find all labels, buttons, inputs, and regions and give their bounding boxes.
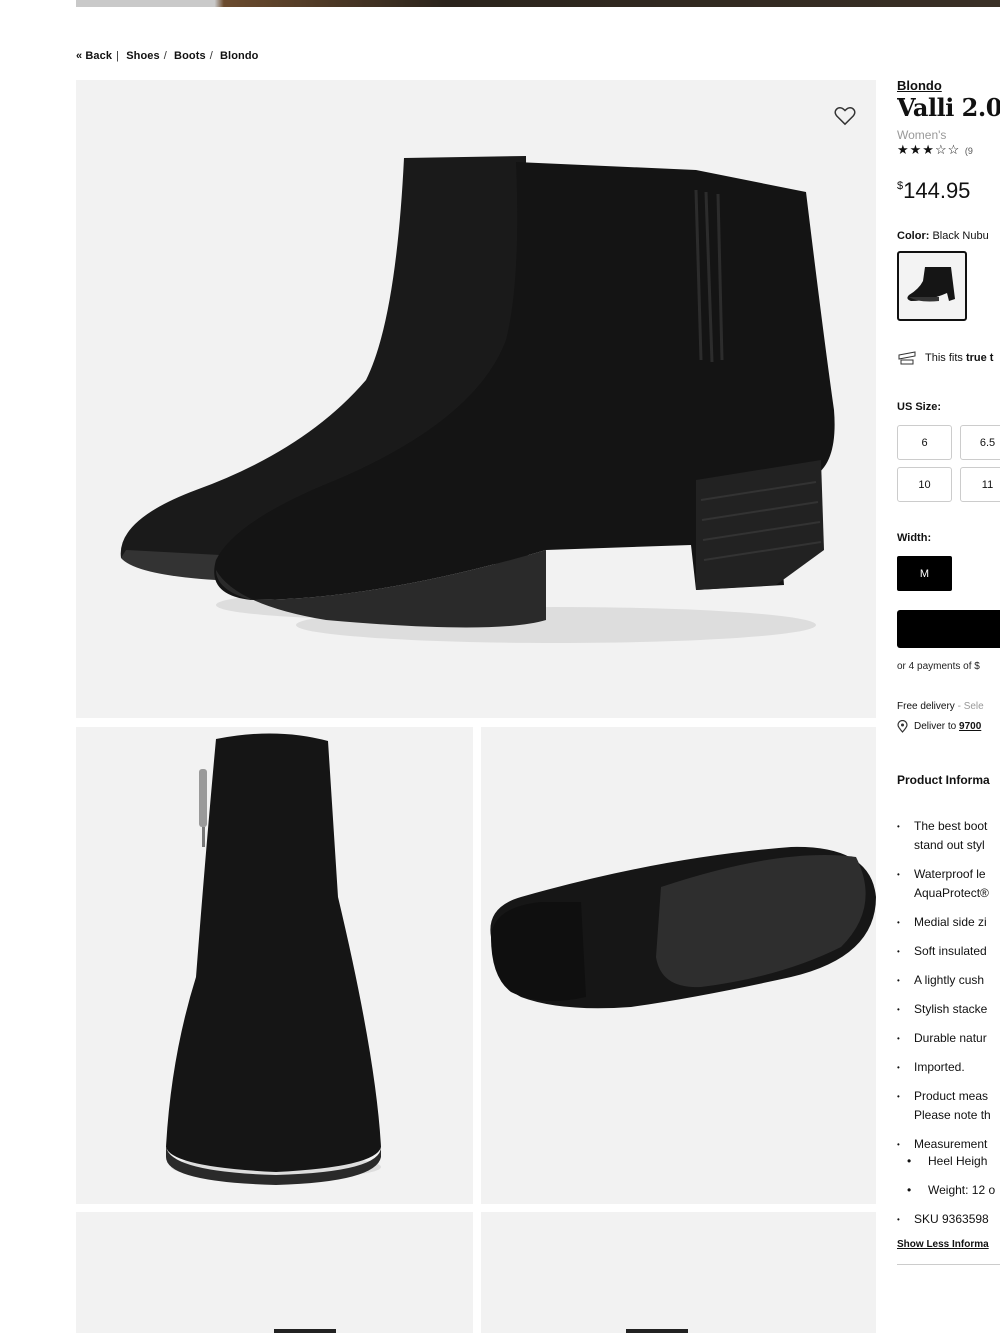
- divider: [897, 1264, 1000, 1265]
- color-swatch-black[interactable]: [897, 251, 967, 321]
- rating-count: (9: [964, 146, 973, 156]
- breadcrumb-item-brand[interactable]: Blondo: [220, 50, 258, 62]
- boot-back-illustration: [626, 1329, 688, 1333]
- product-gallery: [76, 80, 876, 1333]
- heart-icon[interactable]: [834, 106, 856, 126]
- breadcrumb-item-boots[interactable]: Boots: [174, 50, 206, 62]
- fit-info: This fits true t: [897, 351, 1000, 365]
- boot-front-illustration: [166, 733, 381, 1185]
- fit-bold: true t: [965, 352, 994, 364]
- list-item: SKU 9363598: [897, 1210, 1000, 1229]
- size-option-6-5[interactable]: 6.5: [960, 425, 1000, 460]
- delivery-info: Free delivery - Sele: [897, 701, 984, 712]
- payments-info: or 4 payments of $: [897, 661, 980, 672]
- color-value: Black Nubu: [932, 230, 989, 242]
- size-option-10[interactable]: 10: [897, 467, 952, 502]
- list-item: Medial side zi: [897, 913, 1000, 932]
- product-info-list: The best bootstand out styl Waterproof l…: [897, 817, 1000, 1229]
- list-item: Soft insulated: [897, 942, 1000, 961]
- show-less-info-link[interactable]: Show Less Informa: [897, 1239, 1000, 1250]
- list-item-sub: Heel Heigh: [897, 1152, 1000, 1171]
- boots-pair-illustration: [120, 156, 835, 643]
- product-title: Valli 2.0: [897, 93, 1000, 122]
- list-item: The best bootstand out styl: [897, 817, 1000, 855]
- ruler-icon: [898, 351, 916, 365]
- back-link[interactable]: « Back: [76, 50, 112, 62]
- size-options: 6 6.5 10 11: [897, 425, 1000, 502]
- list-item: Stylish stacke: [897, 1000, 1000, 1019]
- boot-side-illustration: [274, 1329, 336, 1333]
- width-option-m[interactable]: M: [897, 556, 952, 591]
- product-image-back[interactable]: [481, 1212, 876, 1333]
- delivery-select-link[interactable]: - Sele: [958, 701, 984, 712]
- color-label: Color: Black Nubu: [897, 230, 989, 242]
- star-icons: ★★★☆☆: [897, 142, 961, 157]
- list-item: Imported.: [897, 1058, 1000, 1077]
- location-pin-icon: [897, 720, 908, 733]
- main-product-image[interactable]: [76, 80, 876, 718]
- product-info-panel: Blondo Valli 2.0 Women's ★★★☆☆ (9 $144.9…: [897, 78, 1000, 1333]
- rating-stars[interactable]: ★★★☆☆ (9: [897, 142, 1000, 158]
- list-item: Product measPlease note th: [897, 1087, 1000, 1125]
- breadcrumb-item-shoes[interactable]: Shoes: [126, 50, 160, 62]
- width-label: Width:: [897, 532, 932, 544]
- product-info-heading: Product Informa: [897, 773, 990, 787]
- list-item-sub: Weight: 12 o: [897, 1181, 1000, 1200]
- size-label: US Size:: [897, 401, 942, 413]
- gender-label: Women's: [897, 128, 947, 142]
- deliver-to[interactable]: Deliver to 9700: [897, 720, 1000, 733]
- zip-code: 9700: [959, 721, 982, 732]
- list-item: Durable natur: [897, 1029, 1000, 1048]
- add-to-cart-button[interactable]: [897, 610, 1000, 648]
- list-item: A lightly cush: [897, 971, 1000, 990]
- top-promo-banner[interactable]: [76, 0, 1000, 7]
- size-option-11[interactable]: 11: [960, 467, 1000, 502]
- product-image-sole[interactable]: [481, 727, 876, 1204]
- list-item: Waterproof leAquaProtect®: [897, 865, 1000, 903]
- size-option-6[interactable]: 6: [897, 425, 952, 460]
- breadcrumb: « Back | Shoes / Boots / Blondo: [76, 50, 259, 62]
- product-image-side[interactable]: [76, 1212, 473, 1333]
- product-image-front[interactable]: [76, 727, 473, 1204]
- swatch-boot-thumbnail: [907, 267, 955, 302]
- brand-link[interactable]: Blondo: [897, 78, 1000, 93]
- product-price: $144.95: [897, 178, 971, 203]
- boot-sole-illustration: [490, 846, 876, 1009]
